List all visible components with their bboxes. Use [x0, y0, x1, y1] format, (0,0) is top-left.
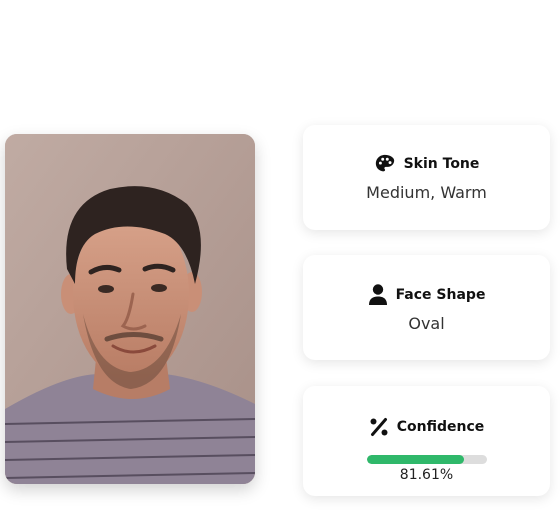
user-icon	[368, 284, 388, 306]
confidence-progress-bar	[366, 455, 487, 464]
skin-tone-card: Skin Tone Medium, Warm	[303, 125, 550, 230]
confidence-title: Confidence	[396, 419, 485, 435]
face-photo	[5, 134, 255, 484]
confidence-header: Confidence	[303, 417, 550, 437]
confidence-value: 81.61%	[399, 467, 454, 483]
confidence-progress-fill	[366, 455, 465, 464]
confidence-card: Confidence 81.61%	[303, 386, 550, 496]
face-shape-header: Face Shape	[303, 284, 550, 306]
percent-icon	[369, 417, 389, 437]
palette-icon	[374, 153, 396, 175]
face-shape-card: Face Shape Oval	[303, 255, 550, 360]
analysis-results: Skin Tone Medium, Warm Face Shape Oval C…	[0, 0, 560, 519]
face-shape-title: Face Shape	[395, 287, 486, 303]
skin-tone-title: Skin Tone	[403, 156, 480, 172]
skin-tone-value: Medium, Warm	[366, 183, 487, 202]
face-shape-value: Oval	[408, 314, 445, 333]
skin-tone-header: Skin Tone	[303, 153, 550, 175]
